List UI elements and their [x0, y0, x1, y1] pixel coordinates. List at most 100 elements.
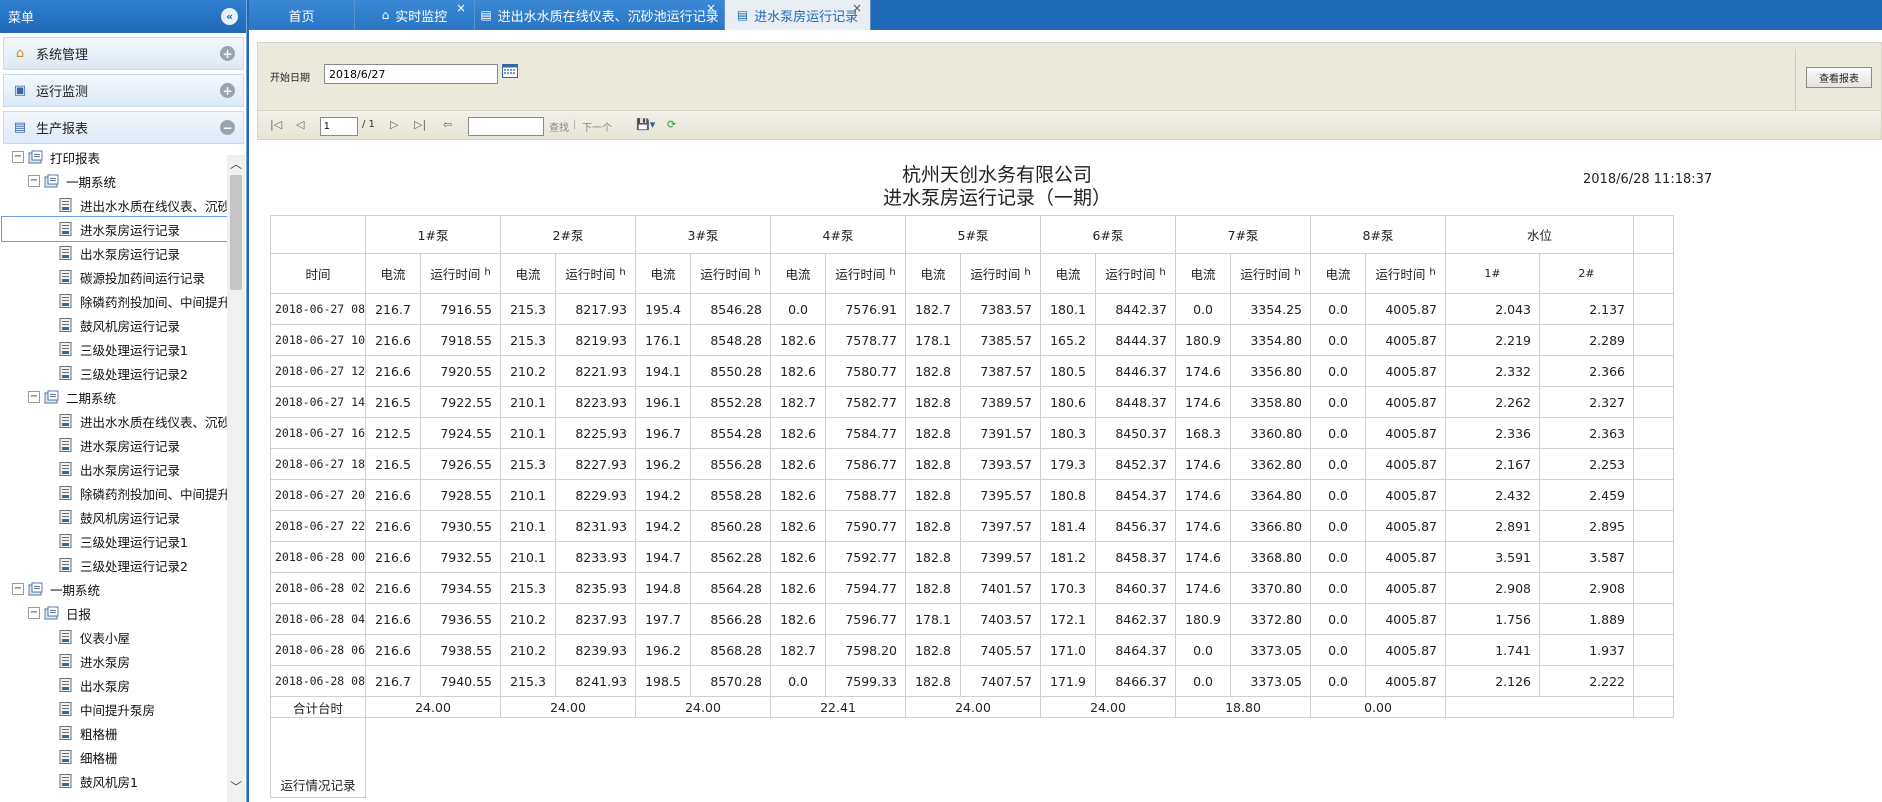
tree-label: 一期系统 [66, 174, 117, 190]
tab-label: 进水泵房运行记录 [754, 9, 859, 25]
value-cell: 182.6 [770, 417, 827, 449]
value-cell: 4005.87 [1365, 510, 1447, 542]
tab-0[interactable]: 首页 [249, 0, 355, 30]
value-cell: 196.2 [635, 448, 692, 480]
accordion-2[interactable]: ▤ 生产报表 − [3, 111, 244, 144]
tree-item[interactable]: 进水泵房运行记录 [0, 433, 227, 457]
tree-folder[interactable]: − 打印报表 [0, 145, 227, 169]
calendar-icon[interactable] [502, 63, 518, 78]
accordion-label: 系统管理 [36, 48, 89, 63]
tree-item[interactable]: 出水泵房运行记录 [0, 241, 227, 265]
value-cell: 178.1 [905, 603, 962, 635]
last-page-icon[interactable]: ▷| [414, 118, 426, 131]
tree-item[interactable]: 碳源投加药间运行记录 [0, 265, 227, 289]
tree-item[interactable]: 除磷药剂投加间、中间提升泵房运行记录 [0, 289, 227, 313]
current-header: 电流 [500, 253, 557, 294]
tree-item[interactable]: 三级处理运行记录2 [0, 361, 227, 385]
spare-cell [1633, 386, 1675, 418]
tree-folder[interactable]: − 日报 [0, 601, 227, 625]
previous-page-icon[interactable]: ◁ [296, 118, 304, 131]
tab-3[interactable]: ▤ 进水泵房运行记录 × [725, 0, 871, 30]
pump-header: 4#泵 [770, 215, 907, 254]
export-icon[interactable]: 💾▾ [636, 118, 655, 131]
value-cell: 0.0 [1175, 293, 1232, 325]
spare-cell [1633, 541, 1675, 573]
collapse-icon[interactable]: − [220, 120, 235, 135]
tree-toggle-icon[interactable]: − [12, 151, 24, 163]
tree-item[interactable]: 鼓风机房运行记录 [0, 313, 227, 337]
view-report-button[interactable]: 查看报表 [1806, 67, 1872, 88]
pump-header: 8#泵 [1310, 215, 1447, 254]
value-cell: 8466.37 [1095, 665, 1177, 697]
tree-item[interactable]: 进水泵房 [0, 649, 227, 673]
value-cell: 4005.87 [1365, 572, 1447, 604]
value-cell: 182.8 [905, 634, 962, 666]
value-cell: 216.6 [365, 510, 422, 542]
find-text-input[interactable] [468, 117, 544, 136]
value-cell: 7594.77 [825, 572, 907, 604]
close-tab-icon[interactable]: × [456, 1, 466, 15]
value-cell: 2.459 [1539, 479, 1635, 511]
tree-item[interactable]: 三级处理运行记录2 [0, 553, 227, 577]
tree-toggle-icon[interactable]: − [28, 607, 40, 619]
accordion-0[interactable]: ⌂ 系统管理 + [3, 37, 244, 70]
tree-folder[interactable]: − 二期系统 [0, 385, 227, 409]
collapse-sidebar-icon[interactable]: « [221, 8, 238, 25]
tree-item[interactable]: 出水泵房 [0, 673, 227, 697]
time-cell: 2018-06-27 14 [269, 386, 367, 418]
tree-item[interactable]: 进水泵房运行记录 [1, 216, 227, 242]
close-tab-icon[interactable]: × [706, 1, 716, 15]
close-tab-icon[interactable]: × [852, 1, 862, 15]
tree-item[interactable]: 三级处理运行记录1 [0, 337, 227, 361]
tree-item[interactable]: 中间提升泵房 [0, 697, 227, 721]
accordion-1[interactable]: ▣ 运行监测 + [3, 74, 244, 107]
spare-cell [1633, 293, 1675, 325]
tree-toggle-icon[interactable]: − [12, 583, 24, 595]
value-cell: 210.2 [500, 634, 557, 666]
first-page-icon[interactable]: |◁ [270, 118, 282, 131]
tree-toggle-icon[interactable]: − [28, 391, 40, 403]
tab-2[interactable]: ▤ 进出水水质在线仪表、沉砂池运行记录 × [475, 0, 725, 30]
tree-item[interactable]: 进出水水质在线仪表、沉砂池运行记录 [0, 193, 227, 217]
start-date-input[interactable] [324, 64, 498, 84]
page-number-input[interactable] [320, 117, 358, 136]
scroll-down-icon[interactable]: ﹀ [227, 778, 245, 796]
tree-item[interactable]: 仪表小屋 [0, 625, 227, 649]
value-cell: 7401.57 [960, 572, 1042, 604]
tree-item[interactable]: 除磷药剂投加间、中间提升泵房运行记录 [0, 481, 227, 505]
value-cell: 8233.93 [555, 541, 637, 573]
tree-item[interactable]: 鼓风机房运行记录 [0, 505, 227, 529]
scroll-up-icon[interactable]: ︿ [227, 155, 245, 173]
tree-toggle-icon[interactable]: − [28, 175, 40, 187]
expand-icon[interactable]: + [220, 83, 235, 98]
tree-label: 出水泵房运行记录 [80, 462, 181, 478]
runtime-unit: h [1159, 267, 1166, 278]
tree-item[interactable]: 出水泵房运行记录 [0, 457, 227, 481]
total-cell: 22.41 [770, 696, 907, 718]
value-cell: 4005.87 [1365, 324, 1447, 356]
tab-1[interactable]: ⌂ 实时监控 × [355, 0, 475, 30]
tree-item[interactable]: 粗格栅 [0, 721, 227, 745]
tree-folder[interactable]: − 一期系统 [0, 169, 227, 193]
refresh-icon[interactable]: ⟳ [667, 118, 676, 131]
value-cell: 7926.55 [420, 448, 502, 480]
next-page-icon[interactable]: ▷ [390, 118, 398, 131]
expand-icon[interactable]: + [220, 46, 235, 61]
find-next-link[interactable]: 下一个 [582, 119, 612, 134]
value-cell: 210.2 [500, 355, 557, 387]
find-link[interactable]: 查找 [549, 119, 569, 134]
tree-scrollbar[interactable]: ︿ ﹀ [227, 155, 245, 802]
tree-item[interactable]: 鼓风机房1 [0, 769, 227, 793]
value-cell: 8446.37 [1095, 355, 1177, 387]
report-file-icon [58, 750, 80, 764]
tree-item[interactable]: 进出水水质在线仪表、沉砂池运行记录 [0, 409, 227, 433]
pump-header: 7#泵 [1175, 215, 1312, 254]
tree-folder[interactable]: − 一期系统 [0, 577, 227, 601]
value-cell: 7590.77 [825, 510, 907, 542]
value-cell: 3.591 [1445, 541, 1541, 573]
tree-item[interactable]: 三级处理运行记录1 [0, 529, 227, 553]
tree-item[interactable]: 细格栅 [0, 745, 227, 769]
back-icon[interactable]: ⇦ [443, 118, 452, 131]
scroll-thumb[interactable] [230, 175, 242, 290]
time-cell: 2018-06-28 00 [269, 541, 367, 573]
